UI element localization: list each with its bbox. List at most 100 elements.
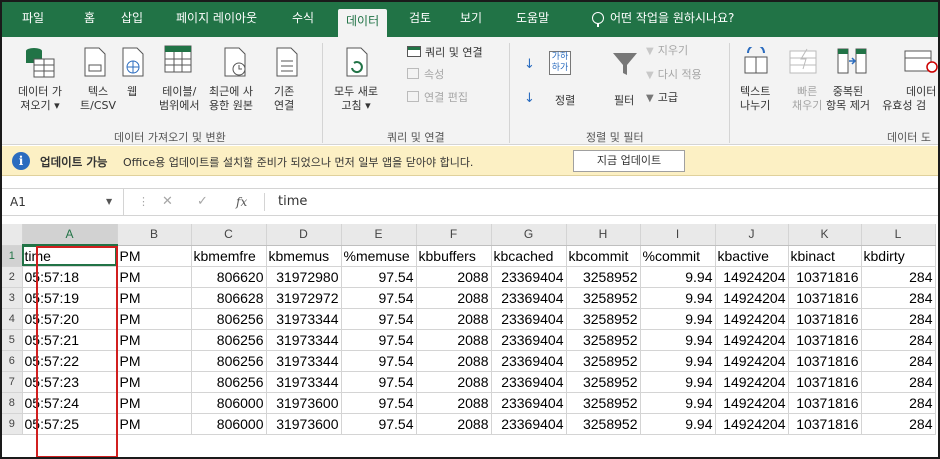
cell[interactable]: 9.94 [640, 413, 716, 435]
cell[interactable]: 284 [861, 287, 936, 309]
cell[interactable]: 2088 [416, 371, 492, 393]
cell[interactable]: 97.54 [341, 308, 417, 330]
cell[interactable]: 806256 [191, 308, 267, 330]
clear-filter-button[interactable]: ▼ 지우기 [646, 42, 688, 58]
cell[interactable]: 14924204 [715, 266, 789, 288]
cancel-icon[interactable]: ✕ [162, 189, 173, 215]
cell[interactable]: 284 [861, 371, 936, 393]
cell[interactable]: 31973344 [266, 308, 342, 330]
tab-home[interactable]: 홈 [84, 2, 95, 37]
cell[interactable]: kbcached [491, 245, 567, 267]
tell-me-search[interactable]: 어떤 작업을 원하시나요? [592, 2, 734, 37]
cell[interactable]: 97.54 [341, 392, 417, 414]
cell[interactable]: 2088 [416, 308, 492, 330]
cell[interactable]: PM [117, 245, 192, 267]
cell[interactable]: 10371816 [788, 371, 862, 393]
cell[interactable]: 284 [861, 266, 936, 288]
cell[interactable]: 97.54 [341, 371, 417, 393]
cell[interactable]: 3258952 [566, 287, 641, 309]
update-now-button[interactable]: 지금 업데이트 [573, 150, 685, 172]
column-header[interactable]: B [117, 224, 192, 246]
cell[interactable]: 9.94 [640, 266, 716, 288]
cell[interactable]: 23369404 [491, 371, 567, 393]
tab-data[interactable]: 데이터 [338, 9, 388, 37]
cell[interactable]: 806628 [191, 287, 267, 309]
sheet-table[interactable]: ABCDEFGHIJKL 1 time PM kbmemfre kbmemus %memu… [2, 224, 936, 435]
cell[interactable]: 31973344 [266, 350, 342, 372]
cell[interactable]: PM [117, 308, 192, 330]
cell[interactable]: 284 [861, 329, 936, 351]
cell[interactable]: PM [117, 413, 192, 435]
cell[interactable]: 3258952 [566, 350, 641, 372]
cell[interactable]: kbactive [715, 245, 789, 267]
sort-button[interactable]: 정렬 [555, 92, 575, 108]
cell[interactable]: 3258952 [566, 413, 641, 435]
cell[interactable]: 23369404 [491, 308, 567, 330]
row-header[interactable]: 8 [2, 392, 23, 414]
sort-dialog-icon[interactable]: 가하 하가 [549, 51, 571, 75]
column-header[interactable]: E [341, 224, 417, 246]
text-to-columns-icon[interactable] [744, 47, 768, 75]
filter-button[interactable]: 필터 [614, 92, 634, 108]
row-header[interactable]: 1 [2, 245, 23, 267]
cell[interactable]: PM [117, 392, 192, 414]
tab-review[interactable]: 검토 [409, 2, 431, 37]
sort-za-icon[interactable]: ↓ [524, 91, 535, 106]
tab-page-layout[interactable]: 페이지 레이아웃 [176, 2, 257, 37]
column-header[interactable]: C [191, 224, 267, 246]
cell[interactable]: 10371816 [788, 308, 862, 330]
cell[interactable]: 3258952 [566, 371, 641, 393]
cell[interactable]: 2088 [416, 266, 492, 288]
cell[interactable]: kbinact [788, 245, 862, 267]
cell[interactable]: 284 [861, 413, 936, 435]
cell[interactable]: 31972972 [266, 287, 342, 309]
cell[interactable]: 806256 [191, 350, 267, 372]
cell[interactable]: 97.54 [341, 287, 417, 309]
cell[interactable]: 806000 [191, 413, 267, 435]
cell[interactable]: 10371816 [788, 350, 862, 372]
cell[interactable]: 10371816 [788, 329, 862, 351]
cell[interactable]: 14924204 [715, 287, 789, 309]
tab-help[interactable]: 도움말 [516, 2, 549, 37]
row-header[interactable]: 3 [2, 287, 23, 309]
cell[interactable]: 14924204 [715, 329, 789, 351]
cell[interactable]: 31973344 [266, 329, 342, 351]
cell[interactable]: 284 [861, 350, 936, 372]
row-header[interactable]: 2 [2, 266, 23, 288]
cell[interactable]: 2088 [416, 350, 492, 372]
column-header[interactable]: D [266, 224, 342, 246]
cell[interactable]: 97.54 [341, 350, 417, 372]
tab-file[interactable]: 파일 [22, 2, 44, 37]
cell[interactable]: 10371816 [788, 287, 862, 309]
cell[interactable]: 23369404 [491, 413, 567, 435]
remove-duplicates-icon[interactable] [837, 47, 867, 75]
row-header[interactable]: 7 [2, 371, 23, 393]
cell[interactable]: PM [117, 266, 192, 288]
cell[interactable]: 23369404 [491, 266, 567, 288]
column-header[interactable]: J [715, 224, 789, 246]
cell[interactable]: 806256 [191, 329, 267, 351]
filter-funnel-icon[interactable] [612, 51, 638, 77]
cell[interactable]: 9.94 [640, 371, 716, 393]
cell[interactable]: kbmemus [266, 245, 342, 267]
cell[interactable]: 31973600 [266, 413, 342, 435]
cell[interactable]: 10371816 [788, 413, 862, 435]
cell[interactable]: kbdirty [861, 245, 936, 267]
cell[interactable]: 23369404 [491, 287, 567, 309]
row-header[interactable]: 5 [2, 329, 23, 351]
cell[interactable]: 284 [861, 392, 936, 414]
cell[interactable]: 9.94 [640, 287, 716, 309]
cell[interactable]: 14924204 [715, 350, 789, 372]
column-header[interactable]: H [566, 224, 641, 246]
cell[interactable]: %memuse [341, 245, 417, 267]
cell[interactable]: 23369404 [491, 392, 567, 414]
row-header[interactable]: 9 [2, 413, 23, 435]
cell[interactable]: 23369404 [491, 329, 567, 351]
select-all-corner[interactable] [2, 224, 23, 246]
row-header[interactable]: 6 [2, 350, 23, 372]
column-header[interactable]: G [491, 224, 567, 246]
cell[interactable]: 2088 [416, 413, 492, 435]
column-header[interactable]: I [640, 224, 716, 246]
cell[interactable]: 97.54 [341, 413, 417, 435]
cell[interactable]: 3258952 [566, 329, 641, 351]
